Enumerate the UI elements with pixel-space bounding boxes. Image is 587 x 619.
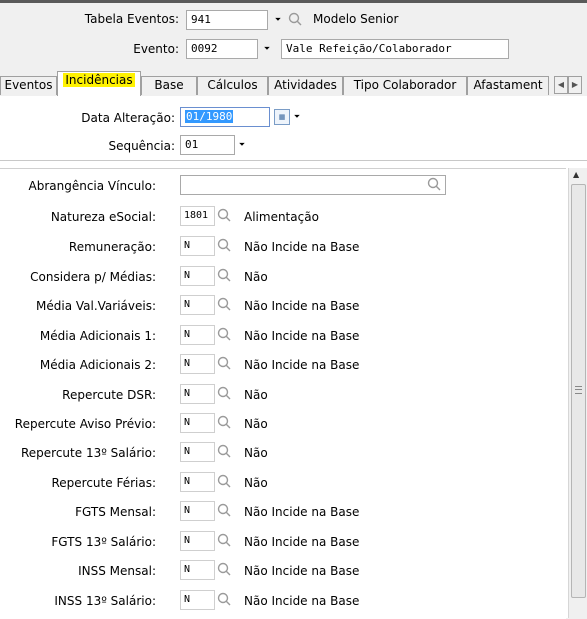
abrangencia-vinculo-field[interactable] <box>180 175 446 195</box>
data-alteracao-field[interactable]: 01/1980 <box>180 107 270 127</box>
row-code-field[interactable]: 1801 <box>180 206 215 226</box>
row-description: Não Incide na Base <box>244 358 360 372</box>
row-description: Não Incide na Base <box>244 299 360 313</box>
row-description: Não Incide na Base <box>244 564 360 578</box>
row-description: Alimentação <box>244 210 319 224</box>
chevron-down-icon[interactable]: ⏷ <box>235 135 249 155</box>
tabela-eventos-label: Tabela Eventos: <box>84 12 179 26</box>
row-label: Média Adicionais 1: <box>39 329 156 343</box>
tab-base[interactable]: Base <box>141 76 197 95</box>
search-icon[interactable] <box>216 325 234 345</box>
row-label: Repercute Férias: <box>51 476 156 490</box>
tab-calculos[interactable]: Cálculos <box>197 76 268 95</box>
incidencias-panel: Data Alteração: 01/1980 ▦ ⏷ Sequência: 0… <box>0 96 587 619</box>
row-code-field[interactable]: N <box>180 531 215 551</box>
evento-label: Evento: <box>133 42 179 56</box>
row-code-field[interactable]: N <box>180 560 215 580</box>
search-icon[interactable] <box>426 175 444 195</box>
abrangencia-label: Abrangência Vínculo: <box>28 179 157 193</box>
calendar-icon[interactable]: ▦ <box>274 109 290 125</box>
row-code-field[interactable]: N <box>180 472 215 492</box>
row-label: Remuneração: <box>68 240 156 254</box>
chevron-down-icon[interactable]: ⏷ <box>290 107 304 127</box>
incidencias-list: Abrangência Vínculo: Natureza eSocial: 18… <box>0 168 566 619</box>
row-code-field[interactable]: N <box>180 354 215 374</box>
row-label: Repercute 13º Salário: <box>20 446 156 460</box>
row-label: Considera p/ Médias: <box>30 270 156 284</box>
search-icon[interactable] <box>216 266 234 286</box>
scrollbar-thumb[interactable] <box>571 184 586 598</box>
search-icon[interactable] <box>216 590 234 610</box>
row-code-field[interactable]: N <box>180 590 215 610</box>
tab-scroll-right-icon[interactable]: ▶ <box>568 76 582 94</box>
tab-scroll-left-icon[interactable]: ◀ <box>554 76 568 94</box>
search-icon[interactable] <box>216 560 234 580</box>
data-alteracao-value: 01/1980 <box>185 110 234 123</box>
row-label: FGTS 13º Salário: <box>51 535 156 549</box>
search-icon[interactable] <box>216 236 234 256</box>
row-code-field[interactable]: N <box>180 442 215 462</box>
row-description: Não <box>244 270 268 284</box>
row-description: Não Incide na Base <box>244 329 360 343</box>
vertical-scrollbar[interactable]: ▲ <box>568 168 587 618</box>
row-description: Não Incide na Base <box>244 240 360 254</box>
data-alteracao-label: Data Alteração: <box>81 111 175 125</box>
scrollbar-grip-icon <box>575 386 582 394</box>
row-label: INSS Mensal: <box>78 564 156 578</box>
row-label: Média Adicionais 2: <box>39 358 156 372</box>
search-icon[interactable] <box>287 10 305 30</box>
tabela-eventos-description: Modelo Senior <box>313 12 399 26</box>
row-description: Não Incide na Base <box>244 535 360 549</box>
row-label: FGTS Mensal: <box>75 505 156 519</box>
search-icon[interactable] <box>216 354 234 374</box>
tab-eventos[interactable]: Eventos <box>0 76 57 95</box>
tab-incidencias-label: Incidências <box>63 73 135 87</box>
row-label: Média Val.Variáveis: <box>36 299 156 313</box>
search-icon[interactable] <box>216 472 234 492</box>
tab-afastamento[interactable]: Afastament <box>467 76 549 95</box>
tab-incidencias[interactable]: Incidências <box>57 71 141 97</box>
row-label: Repercute Aviso Prévio: <box>14 417 156 431</box>
evento-description-field: Vale Refeição/Colaborador <box>281 39 509 59</box>
row-code-field[interactable]: N <box>180 384 215 404</box>
row-description: Não Incide na Base <box>244 505 360 519</box>
search-icon[interactable] <box>216 206 234 226</box>
scroll-up-icon[interactable]: ▲ <box>573 170 579 179</box>
tab-bar: Eventos Incidências Base Cálculos Ativid… <box>0 70 587 97</box>
row-code-field[interactable]: N <box>180 295 215 315</box>
search-icon[interactable] <box>216 531 234 551</box>
row-description: Não <box>244 446 268 460</box>
row-description: Não <box>244 417 268 431</box>
tab-atividades[interactable]: Atividades <box>268 76 343 95</box>
tabela-eventos-field[interactable]: 941 <box>186 10 268 30</box>
evento-field[interactable]: 0092 <box>186 39 258 59</box>
row-description: Não <box>244 388 268 402</box>
sequencia-label: Sequência: <box>108 139 175 153</box>
row-code-field[interactable]: N <box>180 501 215 521</box>
sequencia-field[interactable]: 01 <box>180 135 235 155</box>
date-sequence-section: Data Alteração: 01/1980 ▦ ⏷ Sequência: 0… <box>0 96 587 161</box>
search-icon[interactable] <box>216 413 234 433</box>
row-code-field[interactable]: N <box>180 325 215 345</box>
row-code-field[interactable]: N <box>180 266 215 286</box>
search-icon[interactable] <box>216 501 234 521</box>
row-description: Não <box>244 476 268 490</box>
search-icon[interactable] <box>216 384 234 404</box>
header-form: Tabela Eventos: 941 ⏷ Modelo Senior Even… <box>0 3 587 67</box>
row-label: Repercute DSR: <box>62 388 156 402</box>
row-label: Natureza eSocial: <box>50 210 156 224</box>
chevron-down-icon[interactable]: ⏷ <box>271 10 285 30</box>
row-code-field[interactable]: N <box>180 413 215 433</box>
chevron-down-icon[interactable]: ⏷ <box>260 39 274 59</box>
search-icon[interactable] <box>216 442 234 462</box>
row-code-field[interactable]: N <box>180 236 215 256</box>
tab-tipo-colaborador[interactable]: Tipo Colaborador <box>343 76 467 95</box>
search-icon[interactable] <box>216 295 234 315</box>
row-description: Não Incide na Base <box>244 594 360 608</box>
row-label: INSS 13º Salário: <box>54 594 156 608</box>
